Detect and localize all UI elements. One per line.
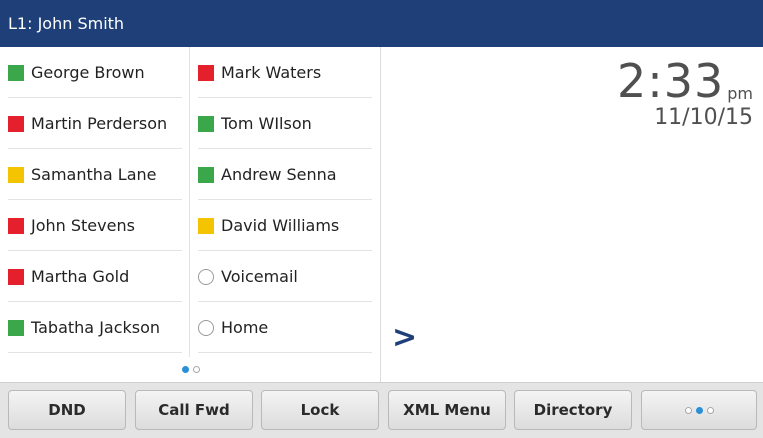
softkey-bar: DND Call Fwd Lock XML Menu Directory bbox=[0, 382, 763, 438]
directory-button[interactable]: Directory bbox=[514, 390, 632, 430]
line-key-label: Andrew Senna bbox=[221, 165, 337, 184]
line-label: L1: John Smith bbox=[8, 14, 125, 33]
xml-menu-button[interactable]: XML Menu bbox=[388, 390, 506, 430]
line-keys-right-column: Mark Waters Tom WIlson Andrew Senna Davi… bbox=[190, 47, 381, 357]
line-keys-left-column: George Brown Martin Perderson Samantha L… bbox=[0, 47, 190, 357]
line-key-label: Mark Waters bbox=[221, 63, 322, 82]
presence-indicator bbox=[198, 64, 214, 81]
line-key-label: Tom WIlson bbox=[221, 114, 312, 133]
line-key-label: Voicemail bbox=[221, 267, 298, 286]
presence-indicator bbox=[8, 115, 24, 132]
clock-date: 11/10/15 bbox=[654, 105, 753, 130]
line-key[interactable]: Mark Waters bbox=[198, 47, 372, 98]
presence-indicator bbox=[8, 319, 24, 336]
line-key[interactable]: John Stevens bbox=[8, 200, 182, 251]
lock-button[interactable]: Lock bbox=[261, 390, 379, 430]
call-fwd-button[interactable]: Call Fwd bbox=[135, 390, 253, 430]
presence-indicator bbox=[198, 166, 214, 183]
softkey-page-dot bbox=[684, 406, 692, 414]
clock: 2:33 pm 11/10/15 bbox=[617, 58, 753, 130]
line-key[interactable]: George Brown bbox=[8, 47, 182, 98]
line-key-label: Tabatha Jackson bbox=[31, 318, 161, 337]
presence-indicator bbox=[198, 115, 214, 132]
line-key[interactable]: Tabatha Jackson bbox=[8, 302, 182, 353]
line-key[interactable]: Samantha Lane bbox=[8, 149, 182, 200]
line-key[interactable]: Martha Gold bbox=[8, 251, 182, 302]
more-arrow-icon[interactable]: > bbox=[392, 318, 417, 358]
presence-indicator bbox=[198, 217, 214, 234]
line-key[interactable]: Martin Perderson bbox=[8, 98, 182, 149]
softkey-page-dot bbox=[695, 406, 703, 414]
line-key-label: Samantha Lane bbox=[31, 165, 157, 184]
dnd-button[interactable]: DND bbox=[8, 390, 126, 430]
voicemail-circle-icon bbox=[198, 268, 214, 285]
line-key[interactable]: David Williams bbox=[198, 200, 372, 251]
line-key[interactable]: Tom WIlson bbox=[198, 98, 372, 149]
clock-time: 2:33 bbox=[616, 54, 725, 108]
home-circle-icon bbox=[198, 319, 214, 336]
line-key-label: Home bbox=[221, 318, 269, 337]
presence-indicator bbox=[8, 268, 24, 285]
line-keys-page-indicator[interactable] bbox=[0, 357, 381, 382]
page-dot bbox=[181, 366, 189, 373]
line-key-voicemail[interactable]: Voicemail bbox=[198, 251, 372, 302]
line-key-label: Martha Gold bbox=[31, 267, 130, 286]
line-key-label: John Stevens bbox=[31, 216, 135, 235]
more-softkeys-button[interactable] bbox=[641, 390, 757, 430]
page-dot bbox=[192, 366, 200, 373]
line-key-label: David Williams bbox=[221, 216, 340, 235]
line-keys-panel: George Brown Martin Perderson Samantha L… bbox=[0, 47, 381, 382]
presence-indicator bbox=[8, 166, 24, 183]
clock-ampm: pm bbox=[727, 84, 753, 103]
line-key[interactable]: Andrew Senna bbox=[198, 149, 372, 200]
line-key-home[interactable]: Home bbox=[198, 302, 372, 353]
line-key-label: George Brown bbox=[31, 63, 145, 82]
presence-indicator bbox=[8, 64, 24, 81]
softkey-page-dot bbox=[706, 406, 714, 414]
line-key-label: Martin Perderson bbox=[31, 114, 168, 133]
presence-indicator bbox=[8, 217, 24, 234]
line-title-bar: L1: John Smith bbox=[0, 0, 763, 47]
